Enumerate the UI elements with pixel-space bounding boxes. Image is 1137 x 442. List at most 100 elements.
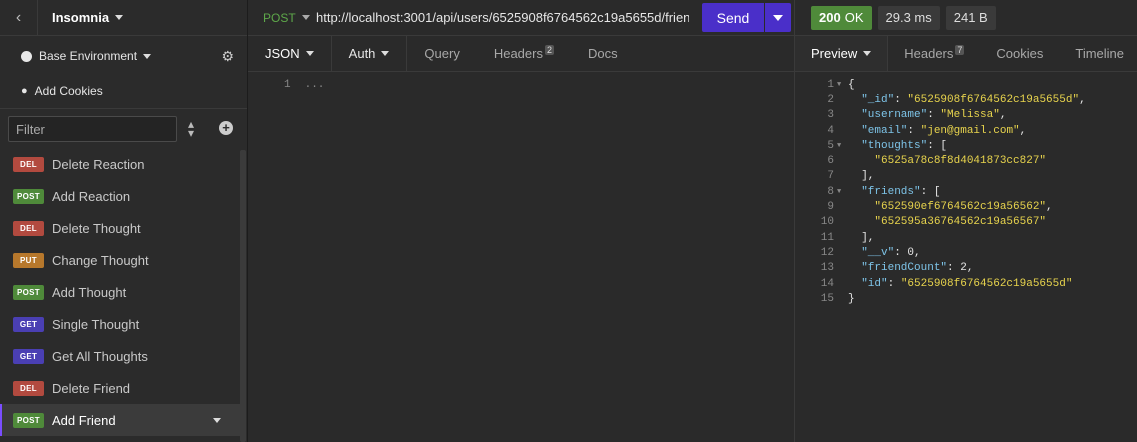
send-button[interactable]: Send bbox=[702, 3, 764, 32]
json-punctuation: : [ bbox=[920, 185, 941, 198]
json-punctuation: : bbox=[947, 262, 961, 275]
json-key: "friendCount" bbox=[861, 262, 948, 275]
json-punctuation bbox=[848, 109, 861, 121]
json-line: 3 "username": "Melissa", bbox=[795, 108, 1137, 123]
request-tabs: JSON Auth Query Headers 2 Docs bbox=[248, 36, 794, 72]
line-number: 2 bbox=[827, 93, 834, 106]
sort-icon[interactable]: ▴ ▾ bbox=[188, 118, 194, 139]
request-name: Delete Thought bbox=[52, 220, 141, 236]
line-number: 1 bbox=[284, 79, 291, 91]
response-time: 29.3 ms bbox=[877, 5, 940, 30]
filter-bar: ▴▾ + bbox=[0, 109, 247, 149]
url-input[interactable]: http://localhost:3001/api/users/6525908f… bbox=[316, 10, 689, 25]
method-badge: POST bbox=[13, 188, 44, 204]
environment-selector[interactable]: Base Environment ⚙ bbox=[0, 36, 247, 76]
environment-name: Base Environment bbox=[39, 49, 138, 63]
tab-timeline[interactable]: Timeline bbox=[1059, 36, 1137, 71]
sidebar-request-item[interactable]: DEL Delete Friend bbox=[0, 372, 240, 404]
tab-body[interactable]: JSON bbox=[248, 36, 332, 71]
json-line: 8 ▼ "friends": [ bbox=[795, 184, 1137, 199]
json-string: "652595a36764562c19a56567" bbox=[874, 216, 1047, 229]
sidebar-request-item[interactable]: GET Get All Thoughts bbox=[0, 340, 240, 372]
method-selector[interactable]: POST bbox=[248, 11, 316, 25]
tab-cookies[interactable]: Cookies bbox=[980, 36, 1059, 71]
tab-docs-label: Docs bbox=[587, 46, 618, 61]
method-badge: DEL bbox=[13, 220, 44, 236]
json-punctuation: ], bbox=[848, 231, 875, 244]
json-punctuation: , bbox=[966, 262, 974, 275]
request-name: Delete Friend bbox=[52, 380, 131, 396]
json-punctuation: ], bbox=[848, 170, 875, 183]
fold-arrow-icon[interactable]: ▼ bbox=[837, 142, 848, 150]
tab-timeline-label: Timeline bbox=[1075, 46, 1125, 61]
workspace-dropdown[interactable]: Insomnia bbox=[38, 10, 124, 25]
filter-input[interactable] bbox=[8, 116, 177, 142]
json-punctuation: : bbox=[887, 277, 901, 290]
workspace-header: ‹ Insomnia bbox=[0, 0, 247, 36]
request-list: DEL Delete Reaction POST Add Reaction DEL Del… bbox=[0, 148, 240, 436]
json-punctuation: : bbox=[927, 109, 941, 122]
method-badge: GET bbox=[13, 348, 44, 364]
json-punctuation bbox=[848, 94, 861, 106]
json-line: 10 "652595a36764562c19a56567" bbox=[795, 215, 1137, 230]
method-badge: DEL bbox=[13, 156, 44, 172]
fold-arrow-icon[interactable]: ▼ bbox=[837, 188, 848, 196]
sidebar: ‹ Insomnia Base Environment ⚙ ● Add Cook… bbox=[0, 0, 248, 442]
line-number: 15 bbox=[820, 292, 834, 305]
line-number: 9 bbox=[827, 201, 834, 214]
json-punctuation: : bbox=[894, 246, 908, 259]
json-punctuation bbox=[848, 140, 861, 152]
json-key: "__v" bbox=[861, 246, 895, 259]
tab-docs[interactable]: Docs bbox=[571, 36, 635, 71]
json-punctuation: , bbox=[999, 109, 1007, 122]
request-name: Delete Reaction bbox=[52, 156, 145, 172]
tab-response-headers-label: Headers bbox=[904, 46, 954, 61]
sidebar-request-item[interactable]: POST Add Reaction bbox=[0, 180, 240, 212]
sidebar-scrollbar[interactable] bbox=[240, 150, 246, 442]
method-badge: POST bbox=[13, 284, 44, 300]
tab-headers-label: Headers bbox=[493, 46, 543, 61]
fold-arrow-icon[interactable]: ▼ bbox=[837, 81, 848, 89]
sidebar-request-item[interactable]: POST Add Friend bbox=[0, 404, 240, 436]
send-options-button[interactable] bbox=[765, 3, 791, 32]
json-key: "username" bbox=[861, 109, 928, 122]
sidebar-request-item[interactable]: PUT Change Thought bbox=[0, 244, 240, 276]
sidebar-request-item[interactable]: GET Single Thought bbox=[0, 308, 240, 340]
tab-preview[interactable]: Preview bbox=[795, 36, 889, 71]
json-key: "friends" bbox=[861, 185, 921, 198]
json-punctuation bbox=[848, 216, 874, 228]
tab-cookies-label: Cookies bbox=[996, 46, 1044, 61]
json-number: 0 bbox=[907, 246, 915, 259]
json-string: "6525a78c8f8d4041873cc827" bbox=[874, 155, 1047, 168]
response-json-viewer[interactable]: 1 ▼{2 "_id": "6525908f6764562c19a5655d", 3… bbox=[795, 72, 1137, 306]
add-request-icon[interactable]: + bbox=[219, 121, 233, 135]
json-punctuation bbox=[848, 201, 874, 213]
json-line: 15} bbox=[795, 291, 1137, 306]
tab-preview-label: Preview bbox=[811, 46, 858, 61]
tab-query[interactable]: Query bbox=[407, 36, 476, 71]
editor-placeholder: ... bbox=[304, 79, 325, 91]
tab-headers[interactable]: Headers 2 bbox=[477, 36, 571, 71]
tab-response-headers[interactable]: Headers 7 bbox=[888, 36, 980, 71]
sidebar-request-item[interactable]: DEL Delete Thought bbox=[0, 212, 240, 244]
back-button[interactable]: ‹ bbox=[0, 0, 38, 36]
body-editor[interactable]: 1 ... bbox=[248, 72, 794, 91]
json-punctuation: : bbox=[894, 93, 908, 106]
json-string: "Melissa" bbox=[940, 109, 1000, 122]
tab-auth[interactable]: Auth bbox=[332, 36, 408, 71]
json-line: 12 "__v": 0, bbox=[795, 245, 1137, 260]
caret-down-icon[interactable] bbox=[213, 418, 221, 423]
json-punctuation: { bbox=[848, 78, 855, 91]
method-badge: PUT bbox=[13, 252, 44, 268]
caret-down-icon bbox=[773, 14, 783, 21]
sidebar-request-item[interactable]: DEL Delete Reaction bbox=[0, 148, 240, 180]
gear-icon[interactable]: ⚙ bbox=[221, 48, 234, 65]
sidebar-request-item[interactable]: POST Add Thought bbox=[0, 276, 240, 308]
line-number: 14 bbox=[820, 277, 834, 290]
line-number: 12 bbox=[820, 246, 834, 259]
line-number: 1 bbox=[827, 78, 834, 91]
add-cookies-button[interactable]: ● Add Cookies bbox=[0, 76, 247, 106]
request-name: Change Thought bbox=[52, 252, 149, 268]
json-line: 13 "friendCount": 2, bbox=[795, 261, 1137, 276]
line-number: 8 bbox=[827, 185, 834, 198]
